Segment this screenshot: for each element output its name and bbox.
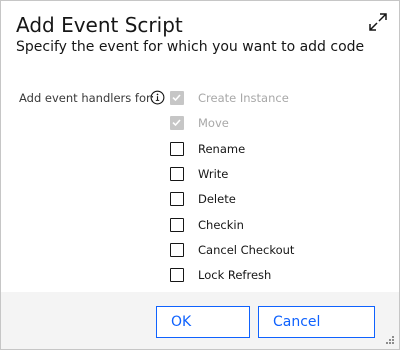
event-checkbox (170, 116, 184, 130)
event-label: Rename (198, 142, 246, 156)
dialog-title: Add Event Script (16, 13, 183, 37)
event-label: Write (198, 167, 229, 181)
dialog-footer: OK Cancel (1, 292, 399, 349)
event-checkbox[interactable] (170, 142, 184, 156)
event-label: Create Instance (198, 91, 289, 105)
event-checkbox[interactable] (170, 243, 184, 257)
event-label: Lock Refresh (198, 268, 272, 282)
event-checkbox[interactable] (170, 268, 184, 282)
event-checkbox[interactable] (170, 192, 184, 206)
add-event-script-dialog: Add Event Script Specify the event for w… (0, 0, 400, 350)
expand-icon[interactable] (367, 11, 389, 33)
event-label: Checkin (198, 218, 244, 232)
cancel-button[interactable]: Cancel (258, 306, 375, 338)
event-checkbox (170, 91, 184, 105)
event-checkbox[interactable] (170, 218, 184, 232)
checkmark-icon (172, 119, 181, 127)
dialog-subtitle: Specify the event for which you want to … (16, 39, 365, 55)
checkmark-icon (172, 94, 181, 102)
event-label: Delete (198, 192, 236, 206)
event-handlers-label: Add event handlers for: (19, 91, 155, 105)
ok-button[interactable]: OK (156, 306, 250, 338)
resize-grip-icon[interactable] (385, 335, 395, 345)
info-icon[interactable] (150, 90, 165, 105)
event-label: Cancel Checkout (198, 243, 295, 257)
event-label: Move (198, 116, 229, 130)
event-checkbox[interactable] (170, 167, 184, 181)
